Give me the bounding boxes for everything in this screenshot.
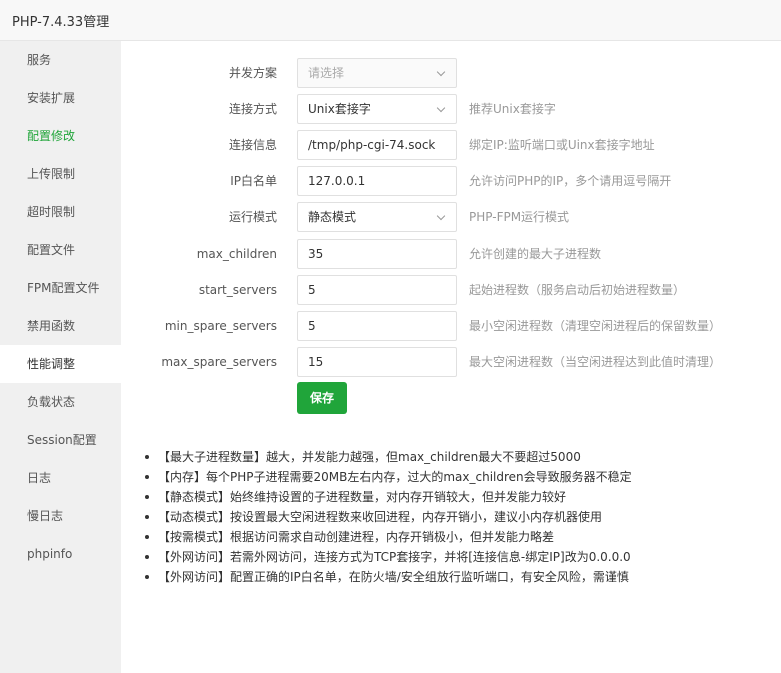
sidebar-item-fpm-config-file[interactable]: FPM配置文件 — [0, 269, 121, 307]
bullet-icon — [145, 475, 149, 479]
min-spare-servers-label: min_spare_servers — [164, 319, 277, 333]
concurrency-label: 并发方案 — [228, 66, 277, 80]
max-children-label: max_children — [196, 247, 277, 261]
sidebar-item-performance-tuning[interactable]: 性能调整 — [0, 345, 121, 383]
chevron-down-icon — [436, 103, 446, 113]
run-mode-select[interactable]: 静态模式 — [297, 202, 457, 232]
sidebar-item-disabled-functions[interactable]: 禁用函数 — [0, 307, 121, 345]
tip-text: 【外网访问】配置正确的IP白名单，在防火墙/安全组放行监听端口，有安全风险，需谨… — [158, 570, 629, 584]
start-servers-row: start_servers 5 起始进程数（服务启动后初始进程数量） — [121, 275, 781, 305]
bullet-icon — [145, 515, 149, 519]
connection-mode-row: 连接方式 Unix套接字 推荐Unix套接字 — [121, 94, 781, 124]
concurrency-placeholder: 请选择 — [308, 66, 345, 80]
tip-item: 【外网访问】若需外网访问，连接方式为TCP套接字，并将[连接信息-绑定IP]改为… — [145, 547, 765, 567]
tip-item: 【外网访问】配置正确的IP白名单，在防火墙/安全组放行监听端口，有安全风险，需谨… — [145, 567, 765, 587]
tip-item: 【最大子进程数量】越大，并发能力越强，但max_children最大不要超过50… — [145, 447, 765, 467]
tip-text: 【按需模式】根据访问需求自动创建进程，内存开销极小，但并发能力略差 — [158, 530, 555, 544]
tip-text: 【内存】每个PHP子进程需要20MB左右内存，过大的max_children会导… — [158, 470, 632, 484]
connection-mode-select[interactable]: Unix套接字 — [297, 94, 457, 124]
start-servers-label: start_servers — [198, 283, 277, 297]
start-servers-hint: 起始进程数（服务启动后初始进程数量） — [469, 283, 686, 297]
max-spare-servers-hint: 最大空闲进程数（当空闲进程达到此值时清理） — [469, 355, 722, 369]
tip-item: 【动态模式】按设置最大空闲进程数来收回进程，内存开销小，建议小内存机器使用 — [145, 507, 765, 527]
connection-info-input[interactable]: /tmp/php-cgi-74.sock — [297, 130, 457, 160]
run-mode-value: 静态模式 — [308, 210, 357, 224]
sidebar-item-load-status[interactable]: 负载状态 — [0, 383, 121, 421]
run-mode-row: 运行模式 静态模式 PHP-FPM运行模式 — [121, 202, 781, 232]
ip-whitelist-hint: 允许访问PHP的IP，多个请用逗号隔开 — [469, 174, 672, 188]
max-spare-servers-row: max_spare_servers 15 最大空闲进程数（当空闲进程达到此值时清… — [121, 347, 781, 377]
chevron-down-icon — [436, 211, 446, 221]
ip-whitelist-label: IP白名单 — [230, 174, 277, 188]
tips-list: 【最大子进程数量】越大，并发能力越强，但max_children最大不要超过50… — [145, 447, 765, 587]
run-mode-hint: PHP-FPM运行模式 — [469, 210, 570, 224]
title-bar: PHP-7.4.33管理 — [0, 0, 781, 41]
connection-mode-label: 连接方式 — [228, 102, 277, 116]
connection-info-label: 连接信息 — [228, 138, 277, 152]
connection-mode-hint: 推荐Unix套接字 — [469, 102, 556, 116]
sidebar-item-log[interactable]: 日志 — [0, 459, 121, 497]
tip-text: 【外网访问】若需外网访问，连接方式为TCP套接字，并将[连接信息-绑定IP]改为… — [158, 550, 631, 564]
save-button[interactable]: 保存 — [297, 382, 347, 414]
max-children-hint: 允许创建的最大子进程数 — [469, 247, 602, 261]
sidebar-item-install-extensions[interactable]: 安装扩展 — [0, 79, 121, 117]
ip-whitelist-row: IP白名单 127.0.0.1 允许访问PHP的IP，多个请用逗号隔开 — [121, 166, 781, 196]
start-servers-input[interactable]: 5 — [297, 275, 457, 305]
bullet-icon — [145, 495, 149, 499]
tip-text: 【最大子进程数量】越大，并发能力越强，但max_children最大不要超过50… — [158, 450, 581, 464]
connection-info-row: 连接信息 /tmp/php-cgi-74.sock 绑定IP:监听端口或Uinx… — [121, 130, 781, 160]
performance-tuning-panel: 并发方案 请选择 连接方式 Unix套接字 推荐Unix套接字 连接信息 /tm… — [121, 41, 781, 673]
sidebar-item-upload-limit[interactable]: 上传限制 — [0, 155, 121, 193]
php-manager-window: PHP-7.4.33管理 服务 安装扩展 配置修改 上传限制 超时限制 配置文件… — [0, 0, 781, 673]
bullet-icon — [145, 535, 149, 539]
tip-text: 【静态模式】始终维持设置的子进程数量，对内存开销较大，但并发能力较好 — [158, 490, 567, 504]
min-spare-servers-row: min_spare_servers 5 最小空闲进程数（清理空闲进程后的保留数量… — [121, 311, 781, 341]
min-spare-servers-input[interactable]: 5 — [297, 311, 457, 341]
connection-mode-value: Unix套接字 — [308, 102, 371, 116]
sidebar-item-phpinfo[interactable]: phpinfo — [0, 535, 121, 573]
chevron-down-icon — [436, 67, 446, 77]
connection-info-hint: 绑定IP:监听端口或Uinx套接字地址 — [469, 138, 655, 152]
tip-text: 【动态模式】按设置最大空闲进程数来收回进程，内存开销小，建议小内存机器使用 — [158, 510, 603, 524]
max-spare-servers-label: max_spare_servers — [161, 355, 277, 369]
max-spare-servers-input[interactable]: 15 — [297, 347, 457, 377]
bullet-icon — [145, 575, 149, 579]
tip-item: 【按需模式】根据访问需求自动创建进程，内存开销极小，但并发能力略差 — [145, 527, 765, 547]
tip-item: 【静态模式】始终维持设置的子进程数量，对内存开销较大，但并发能力较好 — [145, 487, 765, 507]
tip-item: 【内存】每个PHP子进程需要20MB左右内存，过大的max_children会导… — [145, 467, 765, 487]
sidebar-item-timeout-limit[interactable]: 超时限制 — [0, 193, 121, 231]
sidebar-item-slow-log[interactable]: 慢日志 — [0, 497, 121, 535]
min-spare-servers-hint: 最小空闲进程数（清理空闲进程后的保留数量） — [469, 319, 722, 333]
concurrency-row: 并发方案 请选择 — [121, 58, 781, 88]
bullet-icon — [145, 555, 149, 559]
sidebar-item-config-edit[interactable]: 配置修改 — [0, 117, 121, 155]
sidebar-item-config-file[interactable]: 配置文件 — [0, 231, 121, 269]
max-children-input[interactable]: 35 — [297, 239, 457, 269]
run-mode-label: 运行模式 — [228, 210, 277, 224]
concurrency-select[interactable]: 请选择 — [297, 58, 457, 88]
sidebar-item-session-config[interactable]: Session配置 — [0, 421, 121, 459]
max-children-row: max_children 35 允许创建的最大子进程数 — [121, 239, 781, 269]
sidebar-item-service[interactable]: 服务 — [0, 41, 121, 79]
ip-whitelist-input[interactable]: 127.0.0.1 — [297, 166, 457, 196]
window-title: PHP-7.4.33管理 — [12, 14, 110, 30]
bullet-icon — [145, 455, 149, 459]
sidebar: 服务 安装扩展 配置修改 上传限制 超时限制 配置文件 FPM配置文件 禁用函数… — [0, 41, 121, 673]
